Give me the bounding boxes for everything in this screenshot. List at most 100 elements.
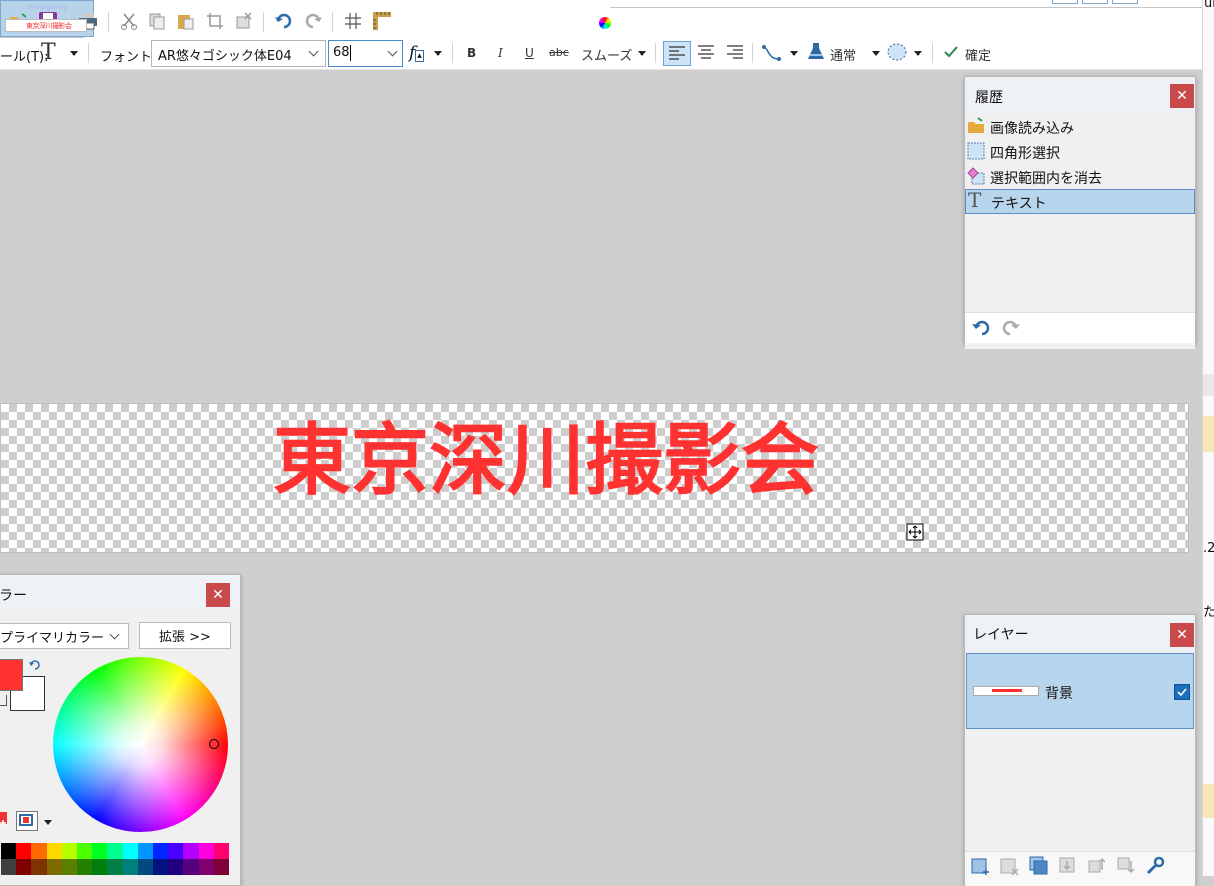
ruler-icon[interactable] xyxy=(371,10,393,32)
canvas-text[interactable]: 東京深川撮影会 xyxy=(273,422,819,500)
color-wheel[interactable] xyxy=(53,657,228,832)
window-button[interactable] xyxy=(1082,0,1108,4)
duplicate-layer-icon[interactable] xyxy=(1029,856,1049,880)
palette-swatch[interactable] xyxy=(31,859,47,875)
antialias-select[interactable]: スムーズ xyxy=(581,45,632,64)
redo-icon[interactable] xyxy=(999,319,1021,341)
italic-button[interactable]: I xyxy=(498,46,503,60)
history-item-selected[interactable]: T テキスト xyxy=(965,188,1195,214)
color-mode-select[interactable]: プライマリカラー xyxy=(0,623,129,649)
delete-layer-icon[interactable] xyxy=(1000,856,1020,880)
chevron-down-icon[interactable] xyxy=(70,51,78,56)
reset-colors-icon[interactable] xyxy=(0,695,7,706)
palette-swatch[interactable] xyxy=(92,843,108,859)
chevron-down-icon[interactable] xyxy=(872,51,880,56)
chevron-down-icon[interactable] xyxy=(914,51,922,56)
expand-button[interactable]: 拡張 >> xyxy=(139,622,231,649)
blend-mode-select[interactable]: 通常 xyxy=(830,45,856,64)
palette-swatch[interactable] xyxy=(76,859,93,875)
palette-swatch[interactable] xyxy=(107,859,123,875)
history-item[interactable]: 四角形選択 xyxy=(965,140,1193,163)
palette-swatch[interactable] xyxy=(31,843,47,859)
line-style-icon[interactable] xyxy=(761,43,783,63)
layer-thumbnail-text xyxy=(992,689,1022,692)
underline-button[interactable]: U xyxy=(525,46,534,60)
undo-icon[interactable] xyxy=(273,10,295,32)
palette-swatch[interactable] xyxy=(168,859,184,875)
color-wheel-marker[interactable] xyxy=(209,739,219,749)
swap-colors-icon[interactable] xyxy=(29,659,41,675)
move-handle-icon[interactable] xyxy=(906,523,924,541)
add-layer-icon[interactable] xyxy=(971,856,991,880)
close-icon[interactable]: ✕ xyxy=(1170,84,1194,108)
palette-swatch[interactable] xyxy=(168,843,184,859)
palette-swatch[interactable] xyxy=(16,843,32,859)
close-icon[interactable]: ✕ xyxy=(1170,623,1194,647)
selection-clip-icon[interactable] xyxy=(886,42,908,62)
palette-swatch[interactable] xyxy=(198,843,214,859)
move-layer-up-icon[interactable] xyxy=(1087,856,1107,880)
image-canvas[interactable]: 東京深川撮影会 xyxy=(0,403,1189,553)
cut-icon[interactable] xyxy=(118,10,140,32)
palette-swatch[interactable] xyxy=(213,859,229,875)
add-palette-color-icon[interactable] xyxy=(0,811,8,827)
window-button[interactable] xyxy=(1112,0,1138,4)
palette-swatch[interactable] xyxy=(137,859,153,875)
chevron-down-icon[interactable] xyxy=(790,51,798,56)
chevron-down-icon[interactable] xyxy=(434,51,442,56)
strikethrough-button[interactable]: abc xyxy=(549,46,569,59)
layer-properties-icon[interactable] xyxy=(1145,856,1165,880)
palette-swatch[interactable] xyxy=(46,859,62,875)
font-rendering-icon[interactable]: f ▴ xyxy=(409,43,424,63)
blend-mode-icon[interactable] xyxy=(806,41,826,63)
align-center-button[interactable] xyxy=(693,41,719,64)
close-icon[interactable]: ✕ xyxy=(206,583,230,607)
layer-visibility-checkbox[interactable] xyxy=(1174,684,1190,700)
palette-swatch[interactable] xyxy=(1,859,17,875)
layer-row[interactable]: 背景 xyxy=(966,653,1194,729)
palette-swatch[interactable] xyxy=(107,843,123,859)
palette-menu-icon[interactable] xyxy=(16,811,38,831)
checkmark-icon[interactable] xyxy=(943,45,959,59)
crop-icon[interactable] xyxy=(204,10,226,32)
grid-icon[interactable] xyxy=(342,10,364,32)
align-left-button[interactable] xyxy=(663,41,691,66)
palette-swatch[interactable] xyxy=(61,843,77,859)
text-tool-icon[interactable]: T xyxy=(41,40,56,65)
palette-swatch[interactable] xyxy=(122,843,138,859)
undo-icon[interactable] xyxy=(971,319,993,341)
palette-swatch[interactable] xyxy=(198,859,214,875)
deselect-icon[interactable] xyxy=(233,10,255,32)
palette-swatch[interactable] xyxy=(1,843,17,859)
paste-icon[interactable] xyxy=(174,10,196,32)
chevron-down-icon[interactable] xyxy=(44,820,52,825)
font-family-value: AR悠々ゴシック体E04 xyxy=(158,49,292,64)
eraser-icon xyxy=(967,167,985,185)
history-item[interactable]: 選択範囲内を消去 xyxy=(965,165,1193,188)
palette-swatch[interactable] xyxy=(152,843,169,859)
palette-swatch[interactable] xyxy=(92,859,108,875)
redo-icon[interactable] xyxy=(302,10,324,32)
move-layer-down-icon[interactable] xyxy=(1116,856,1136,880)
palette-swatch[interactable] xyxy=(76,843,93,859)
palette-swatch[interactable] xyxy=(183,859,199,875)
confirm-button[interactable]: 確定 xyxy=(965,45,991,64)
chevron-down-icon[interactable] xyxy=(638,51,646,56)
window-button[interactable] xyxy=(1052,0,1078,4)
font-family-select[interactable]: AR悠々ゴシック体E04 xyxy=(151,40,326,67)
palette-swatch[interactable] xyxy=(152,859,169,875)
font-size-input[interactable]: 68 xyxy=(328,40,403,67)
bold-button[interactable]: B xyxy=(467,46,476,60)
history-item[interactable]: 画像読み込み xyxy=(965,115,1193,138)
primary-color-swatch[interactable] xyxy=(0,659,23,691)
palette-swatch[interactable] xyxy=(213,843,229,859)
palette-swatch[interactable] xyxy=(183,843,199,859)
copy-icon[interactable] xyxy=(146,10,168,32)
palette-swatch[interactable] xyxy=(137,843,153,859)
align-right-button[interactable] xyxy=(722,41,748,64)
palette-swatch[interactable] xyxy=(122,859,138,875)
palette-swatch[interactable] xyxy=(16,859,32,875)
merge-layer-icon[interactable] xyxy=(1058,856,1078,880)
palette-swatch[interactable] xyxy=(46,843,62,859)
palette-swatch[interactable] xyxy=(61,859,77,875)
